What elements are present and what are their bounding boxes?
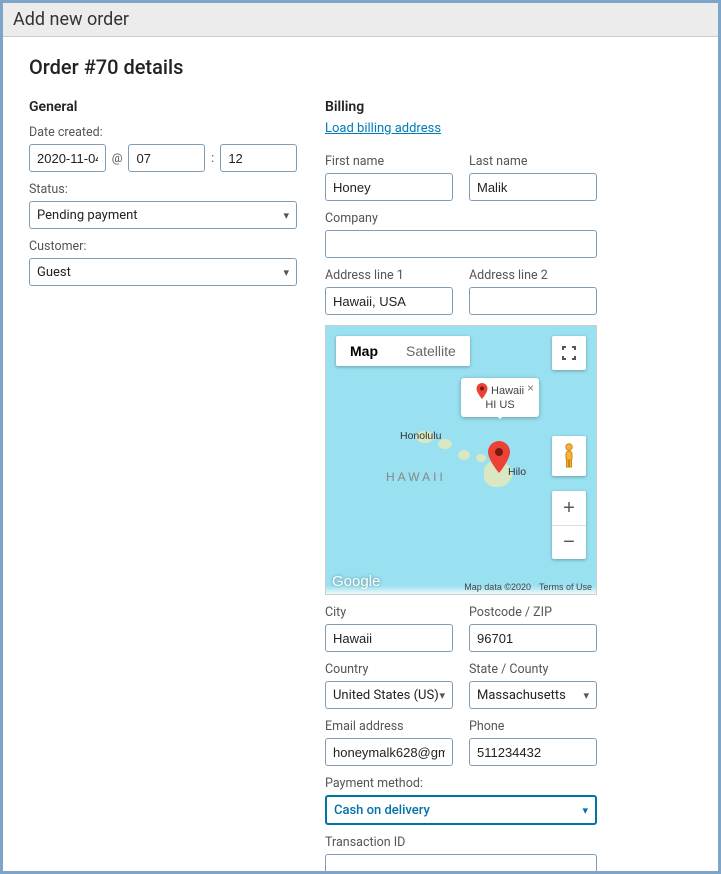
payment-method-select[interactable]: Cash on delivery ▾ (325, 795, 597, 825)
phone-input[interactable] (469, 738, 597, 766)
map-tab-satellite[interactable]: Satellite (392, 336, 470, 366)
transaction-id-input[interactable] (325, 854, 597, 871)
city-input[interactable] (325, 624, 453, 652)
map-info-title: Hawaii (491, 385, 524, 397)
window: Add new order Order #70 details General … (0, 0, 721, 874)
map-tab-map[interactable]: Map (336, 336, 392, 366)
address1-label: Address line 1 (325, 268, 453, 283)
zoom-in-button[interactable]: + (552, 491, 586, 525)
payment-method-value: Cash on delivery (334, 803, 430, 818)
status-label: Status: (29, 182, 297, 197)
map-marker-icon[interactable] (488, 441, 510, 476)
map-label-hilo: Hilo (508, 466, 526, 478)
map-island (476, 454, 486, 462)
status-value: Pending payment (37, 208, 138, 223)
status-select[interactable]: Pending payment ▾ (29, 201, 297, 229)
map-zoom-control: + − (552, 491, 586, 559)
first-name-label: First name (325, 154, 453, 169)
state-select[interactable]: Massachusetts ▾ (469, 681, 597, 709)
content-area: Order #70 details General Date created: … (3, 37, 718, 871)
page-title: Order #70 details (29, 55, 692, 79)
country-value: United States (US) (333, 688, 439, 703)
map-attribution: Map data ©2020 (464, 582, 531, 592)
chevron-down-icon: ▾ (583, 689, 589, 702)
customer-value: Guest (37, 265, 71, 280)
general-section: General Date created: @ : Status: Pendin… (29, 99, 297, 286)
billing-heading: Billing (325, 99, 597, 115)
billing-section: Billing Load billing address First name … (325, 99, 597, 871)
email-input[interactable] (325, 738, 453, 766)
payment-method-label: Payment method: (325, 776, 597, 791)
company-input[interactable] (325, 230, 597, 258)
date-created-minute-input[interactable] (220, 144, 297, 172)
company-label: Company (325, 211, 597, 226)
map-info-sub: HI US (485, 399, 514, 411)
map-info-window: × Hawaii HI US (461, 378, 539, 417)
state-value: Massachusetts (477, 688, 566, 703)
fullscreen-icon[interactable] (552, 336, 586, 370)
billing-map[interactable]: Honolulu Hilo HAWAII × Hawaii HI US Map (325, 325, 597, 595)
chevron-down-icon: ▾ (283, 209, 289, 222)
map-label-hawaii: HAWAII (386, 470, 446, 484)
email-label: Email address (325, 719, 453, 734)
state-label: State / County (469, 662, 597, 677)
pegman-icon[interactable] (552, 436, 586, 476)
map-terms-link[interactable]: Terms of Use (539, 582, 592, 592)
date-created-label: Date created: (29, 125, 297, 140)
chevron-down-icon: ▾ (283, 266, 289, 279)
postcode-input[interactable] (469, 624, 597, 652)
first-name-input[interactable] (325, 173, 453, 201)
last-name-label: Last name (469, 154, 597, 169)
date-created-hour-input[interactable] (128, 144, 205, 172)
date-at-symbol: @ (112, 151, 123, 165)
load-billing-link[interactable]: Load billing address (325, 121, 441, 136)
zoom-out-button[interactable]: − (552, 525, 586, 559)
country-select[interactable]: United States (US) ▾ (325, 681, 453, 709)
chevron-down-icon: ▾ (582, 804, 588, 817)
postcode-label: Postcode / ZIP (469, 605, 597, 620)
window-title: Add new order (3, 3, 718, 37)
colon: : (211, 151, 214, 166)
general-heading: General (29, 99, 297, 115)
last-name-input[interactable] (469, 173, 597, 201)
address2-label: Address line 2 (469, 268, 597, 283)
customer-label: Customer: (29, 239, 297, 254)
map-type-control: Map Satellite (336, 336, 470, 366)
chevron-down-icon: ▾ (439, 689, 445, 702)
customer-select[interactable]: Guest ▾ (29, 258, 297, 286)
city-label: City (325, 605, 453, 620)
map-footer: Map data ©2020 Terms of Use (326, 580, 596, 594)
close-icon[interactable]: × (527, 381, 534, 395)
country-label: Country (325, 662, 453, 677)
map-island (458, 450, 470, 460)
date-created-date-input[interactable] (29, 144, 106, 172)
address1-input[interactable] (325, 287, 453, 315)
address2-input[interactable] (469, 287, 597, 315)
transaction-id-label: Transaction ID (325, 835, 597, 850)
map-label-honolulu: Honolulu (400, 430, 441, 442)
phone-label: Phone (469, 719, 597, 734)
